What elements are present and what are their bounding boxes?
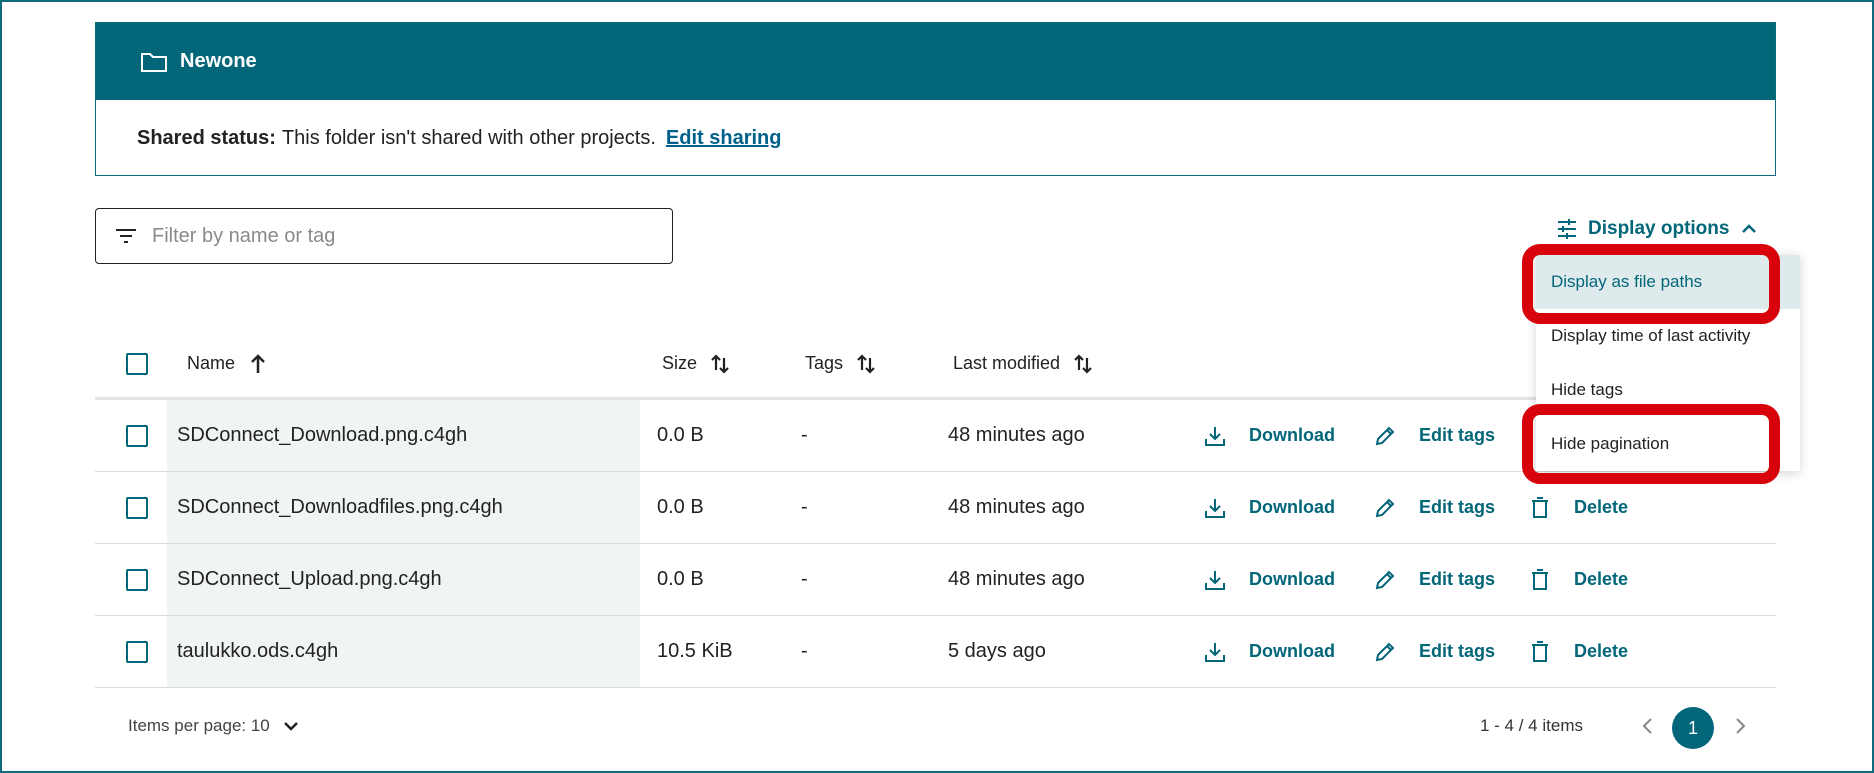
pencil-icon: [1375, 498, 1395, 517]
shared-status-label: Shared status:: [137, 126, 276, 149]
edit-tags-button[interactable]: Edit tags: [1373, 472, 1495, 543]
file-size: 0.0 B: [657, 496, 704, 518]
highlight-ring: [1522, 404, 1780, 484]
table-row: SDConnect_Upload.png.c4gh 0.0 B - 48 min…: [95, 544, 1776, 616]
edit-tags-label: Edit tags: [1419, 497, 1496, 517]
highlight-ring: [1522, 244, 1780, 324]
sort-icon: [711, 353, 729, 374]
column-size[interactable]: Size: [662, 353, 731, 375]
table-row: taulukko.ods.c4gh 10.5 KiB - 5 days ago …: [95, 616, 1776, 688]
download-button[interactable]: Download: [1203, 400, 1335, 471]
file-name[interactable]: taulukko.ods.c4gh: [167, 616, 640, 687]
items-per-page-label: Items per page: 10: [128, 716, 270, 735]
file-tags: -: [801, 640, 808, 662]
trash-icon: [1532, 568, 1548, 590]
download-label: Download: [1249, 497, 1335, 517]
file-modified: 48 minutes ago: [948, 496, 1085, 518]
delete-label: Delete: [1574, 641, 1629, 661]
download-icon: [1205, 570, 1225, 590]
column-last-modified-label: Last modified: [953, 353, 1061, 373]
pencil-icon: [1375, 642, 1395, 661]
edit-tags-label: Edit tags: [1419, 569, 1496, 589]
file-name[interactable]: SDConnect_Downloadfiles.png.c4gh: [167, 472, 640, 543]
row-checkbox[interactable]: [126, 472, 148, 543]
file-modified: 48 minutes ago: [948, 568, 1085, 590]
folder-icon: [141, 52, 167, 72]
folder-title: Newone: [180, 50, 257, 72]
download-button[interactable]: Download: [1203, 616, 1335, 687]
folder-header: Newone: [96, 23, 1775, 100]
sort-icon: [1074, 353, 1092, 374]
column-tags[interactable]: Tags: [805, 353, 877, 375]
edit-tags-label: Edit tags: [1419, 425, 1496, 445]
delete-label: Delete: [1574, 497, 1629, 517]
edit-tags-button[interactable]: Edit tags: [1373, 616, 1495, 687]
file-name[interactable]: SDConnect_Download.png.c4gh: [167, 400, 640, 471]
filter-input[interactable]: [152, 224, 632, 248]
edit-tags-button[interactable]: Edit tags: [1373, 400, 1495, 471]
row-checkbox[interactable]: [126, 400, 148, 471]
file-tags: -: [801, 424, 808, 446]
file-name[interactable]: SDConnect_Upload.png.c4gh: [167, 544, 640, 615]
table-header: Name Size Tags Last modified: [95, 330, 1776, 400]
file-modified: 5 days ago: [948, 640, 1046, 662]
display-options-label: Display options: [1588, 218, 1730, 239]
edit-tags-label: Edit tags: [1419, 641, 1496, 661]
column-name-label: Name: [187, 353, 236, 373]
edit-tags-button[interactable]: Edit tags: [1373, 544, 1495, 615]
file-size: 0.0 B: [657, 568, 704, 590]
select-all-checkbox[interactable]: [126, 352, 148, 375]
file-tags: -: [801, 496, 808, 518]
chevron-up-icon: [1742, 224, 1757, 233]
download-icon: [1205, 498, 1225, 518]
chevron-left-icon[interactable]: [1638, 716, 1658, 736]
files-table: Name Size Tags Last modified SDConnect_D…: [95, 330, 1776, 688]
folder-panel: Newone Shared status: This folder isn't …: [95, 22, 1776, 176]
file-size: 10.5 KiB: [657, 640, 733, 662]
column-size-label: Size: [662, 353, 698, 373]
download-icon: [1205, 426, 1225, 446]
display-options-button[interactable]: Display options: [1556, 218, 1757, 240]
chevron-right-icon[interactable]: [1730, 716, 1750, 736]
column-last-modified[interactable]: Last modified: [953, 353, 1094, 375]
download-button[interactable]: Download: [1203, 472, 1335, 543]
page-button-current[interactable]: 1: [1672, 707, 1714, 749]
download-label: Download: [1249, 425, 1335, 445]
pencil-icon: [1375, 570, 1395, 589]
filter-icon: [116, 229, 136, 243]
delete-button[interactable]: Delete: [1528, 544, 1628, 615]
pencil-icon: [1375, 426, 1395, 445]
file-modified: 48 minutes ago: [948, 424, 1085, 446]
sort-icon: [857, 353, 875, 374]
column-name[interactable]: Name: [187, 353, 269, 375]
trash-icon: [1532, 640, 1548, 662]
download-label: Download: [1249, 569, 1335, 589]
trash-icon: [1532, 496, 1548, 518]
shared-status: Shared status: This folder isn't shared …: [96, 100, 1775, 176]
download-label: Download: [1249, 641, 1335, 661]
column-tags-label: Tags: [805, 353, 844, 373]
filter-field[interactable]: [95, 208, 673, 264]
arrow-up-icon: [251, 353, 265, 373]
file-tags: -: [801, 568, 808, 590]
table-row: SDConnect_Downloadfiles.png.c4gh 0.0 B -…: [95, 472, 1776, 544]
sliders-icon: [1558, 219, 1576, 239]
file-size: 0.0 B: [657, 424, 704, 446]
row-checkbox[interactable]: [126, 544, 148, 615]
download-icon: [1205, 642, 1225, 662]
delete-label: Delete: [1574, 569, 1629, 589]
delete-button[interactable]: Delete: [1528, 616, 1628, 687]
pagination-range: 1 - 4 / 4 items: [1480, 716, 1583, 735]
row-checkbox[interactable]: [126, 616, 148, 687]
shared-status-text: This folder isn't shared with other proj…: [281, 126, 656, 149]
edit-sharing-link[interactable]: Edit sharing: [666, 127, 782, 150]
chevron-down-icon: [283, 722, 298, 731]
items-per-page-select[interactable]: Items per page: 10: [128, 716, 300, 736]
download-button[interactable]: Download: [1203, 544, 1335, 615]
